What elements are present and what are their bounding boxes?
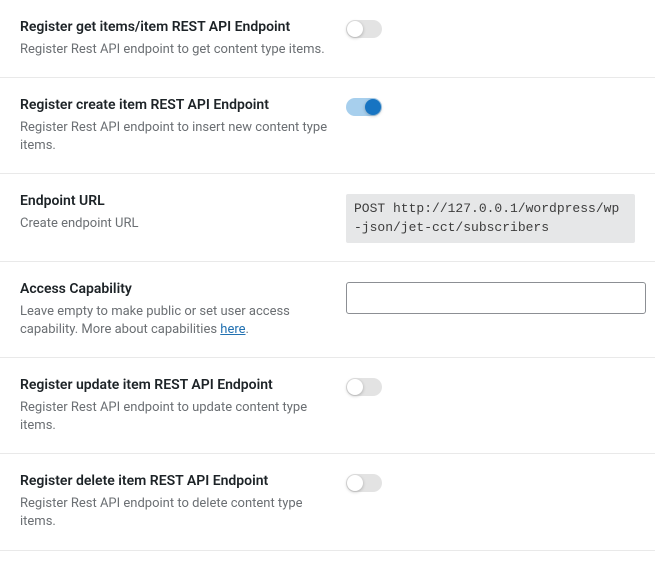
toggle-delete-item[interactable] [346,474,382,492]
setting-row-create-item: Register create item REST API Endpoint R… [0,78,655,174]
row-label-group: Endpoint URL Create endpoint URL [20,192,330,242]
row-control [346,18,635,59]
row-title: Register delete item REST API Endpoint [20,472,330,491]
row-label-group: Register get items/item REST API Endpoin… [20,18,330,59]
row-control: POST http://127.0.0.1/wordpress/wp-json/… [346,192,635,242]
row-label-group: Register delete item REST API Endpoint R… [20,472,330,531]
row-desc: Leave empty to make public or set user a… [20,303,330,339]
setting-row-endpoint-url: Endpoint URL Create endpoint URL POST ht… [0,174,655,261]
row-desc: Register Rest API endpoint to insert new… [20,119,330,155]
toggle-get-items[interactable] [346,20,382,38]
row-control [346,472,635,531]
row-desc: Register Rest API endpoint to delete con… [20,495,330,531]
row-title: Register get items/item REST API Endpoin… [20,18,330,37]
setting-row-access-capability: Access Capability Leave empty to make pu… [0,262,655,358]
setting-row-get-items: Register get items/item REST API Endpoin… [0,0,655,78]
desc-text-post: . [246,322,249,337]
access-capability-input[interactable] [346,282,646,314]
row-control [346,376,635,435]
setting-row-update-item: Register update item REST API Endpoint R… [0,358,655,454]
row-title: Endpoint URL [20,192,330,211]
row-control [346,280,646,339]
row-label-group: Register update item REST API Endpoint R… [20,376,330,435]
row-label-group: Access Capability Leave empty to make pu… [20,280,330,339]
capabilities-link[interactable]: here [220,322,245,337]
row-title: Access Capability [20,280,330,299]
row-desc: Create endpoint URL [20,215,330,233]
row-title: Register update item REST API Endpoint [20,376,330,395]
endpoint-url-value: POST http://127.0.0.1/wordpress/wp-json/… [346,194,635,242]
row-label-group: Register create item REST API Endpoint R… [20,96,330,155]
row-desc: Register Rest API endpoint to update con… [20,399,330,435]
row-desc: Register Rest API endpoint to get conten… [20,41,330,59]
toggle-update-item[interactable] [346,378,382,396]
setting-row-delete-item: Register delete item REST API Endpoint R… [0,454,655,550]
desc-text-pre: Leave empty to make public or set user a… [20,304,290,337]
row-control [346,96,635,155]
toggle-create-item[interactable] [346,98,382,116]
row-title: Register create item REST API Endpoint [20,96,330,115]
